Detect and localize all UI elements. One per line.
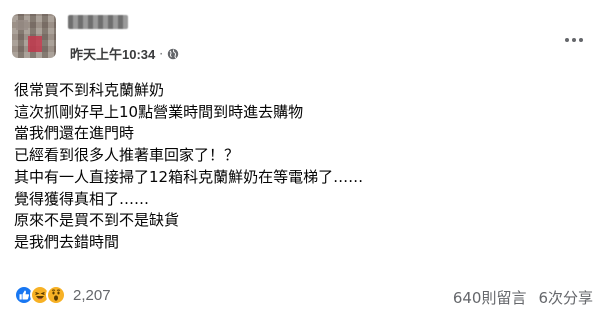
globe-icon[interactable]: [167, 48, 179, 60]
post-text-line: 覺得獲得真相了……: [14, 189, 150, 208]
post-meta: 昨天上午10:34 ·: [70, 44, 179, 63]
post-text: 很常買不到科克蘭鮮奶 這次抓剛好早上10點營業時間到時進去購物 當我們還在進門時…: [14, 80, 594, 254]
more-options-icon[interactable]: [560, 30, 588, 50]
avatar[interactable]: [12, 14, 56, 58]
avatar-blur-detail: [28, 36, 42, 52]
meta-separator: ·: [159, 46, 164, 61]
post-text-line: 當我們還在進門時: [14, 124, 135, 143]
author-name-blurred[interactable]: [68, 15, 128, 29]
comments-count[interactable]: 640則留言: [453, 287, 527, 308]
wow-icon: [46, 285, 66, 305]
avatar-blur-detail: [16, 20, 28, 30]
shares-count[interactable]: 6次分享: [538, 287, 593, 308]
post-text-line: 這次抓剛好早上10點營業時間到時進去購物: [14, 102, 304, 121]
facebook-post: 昨天上午10:34 · 很常買不到科克蘭鮮奶 這次抓剛好早上10點營業時間到時進…: [0, 0, 607, 315]
post-text-line: 是我們去錯時間: [14, 232, 120, 251]
engagement-stats: 640則留言 6次分享: [453, 287, 593, 308]
post-text-line: 原來不是買不到不是缺貨: [14, 211, 180, 230]
reaction-count[interactable]: 2,207: [73, 287, 111, 304]
post-timestamp[interactable]: 昨天上午10:34: [70, 44, 155, 63]
post-text-line: 已經看到很多人推著車回家了！？: [14, 146, 240, 165]
post-text-line: 很常買不到科克蘭鮮奶: [14, 81, 165, 99]
reactions-summary[interactable]: 2,207: [14, 285, 111, 305]
post-text-line: 其中有一人直接掃了12箱科克蘭鮮奶在等電梯了……: [14, 167, 364, 186]
